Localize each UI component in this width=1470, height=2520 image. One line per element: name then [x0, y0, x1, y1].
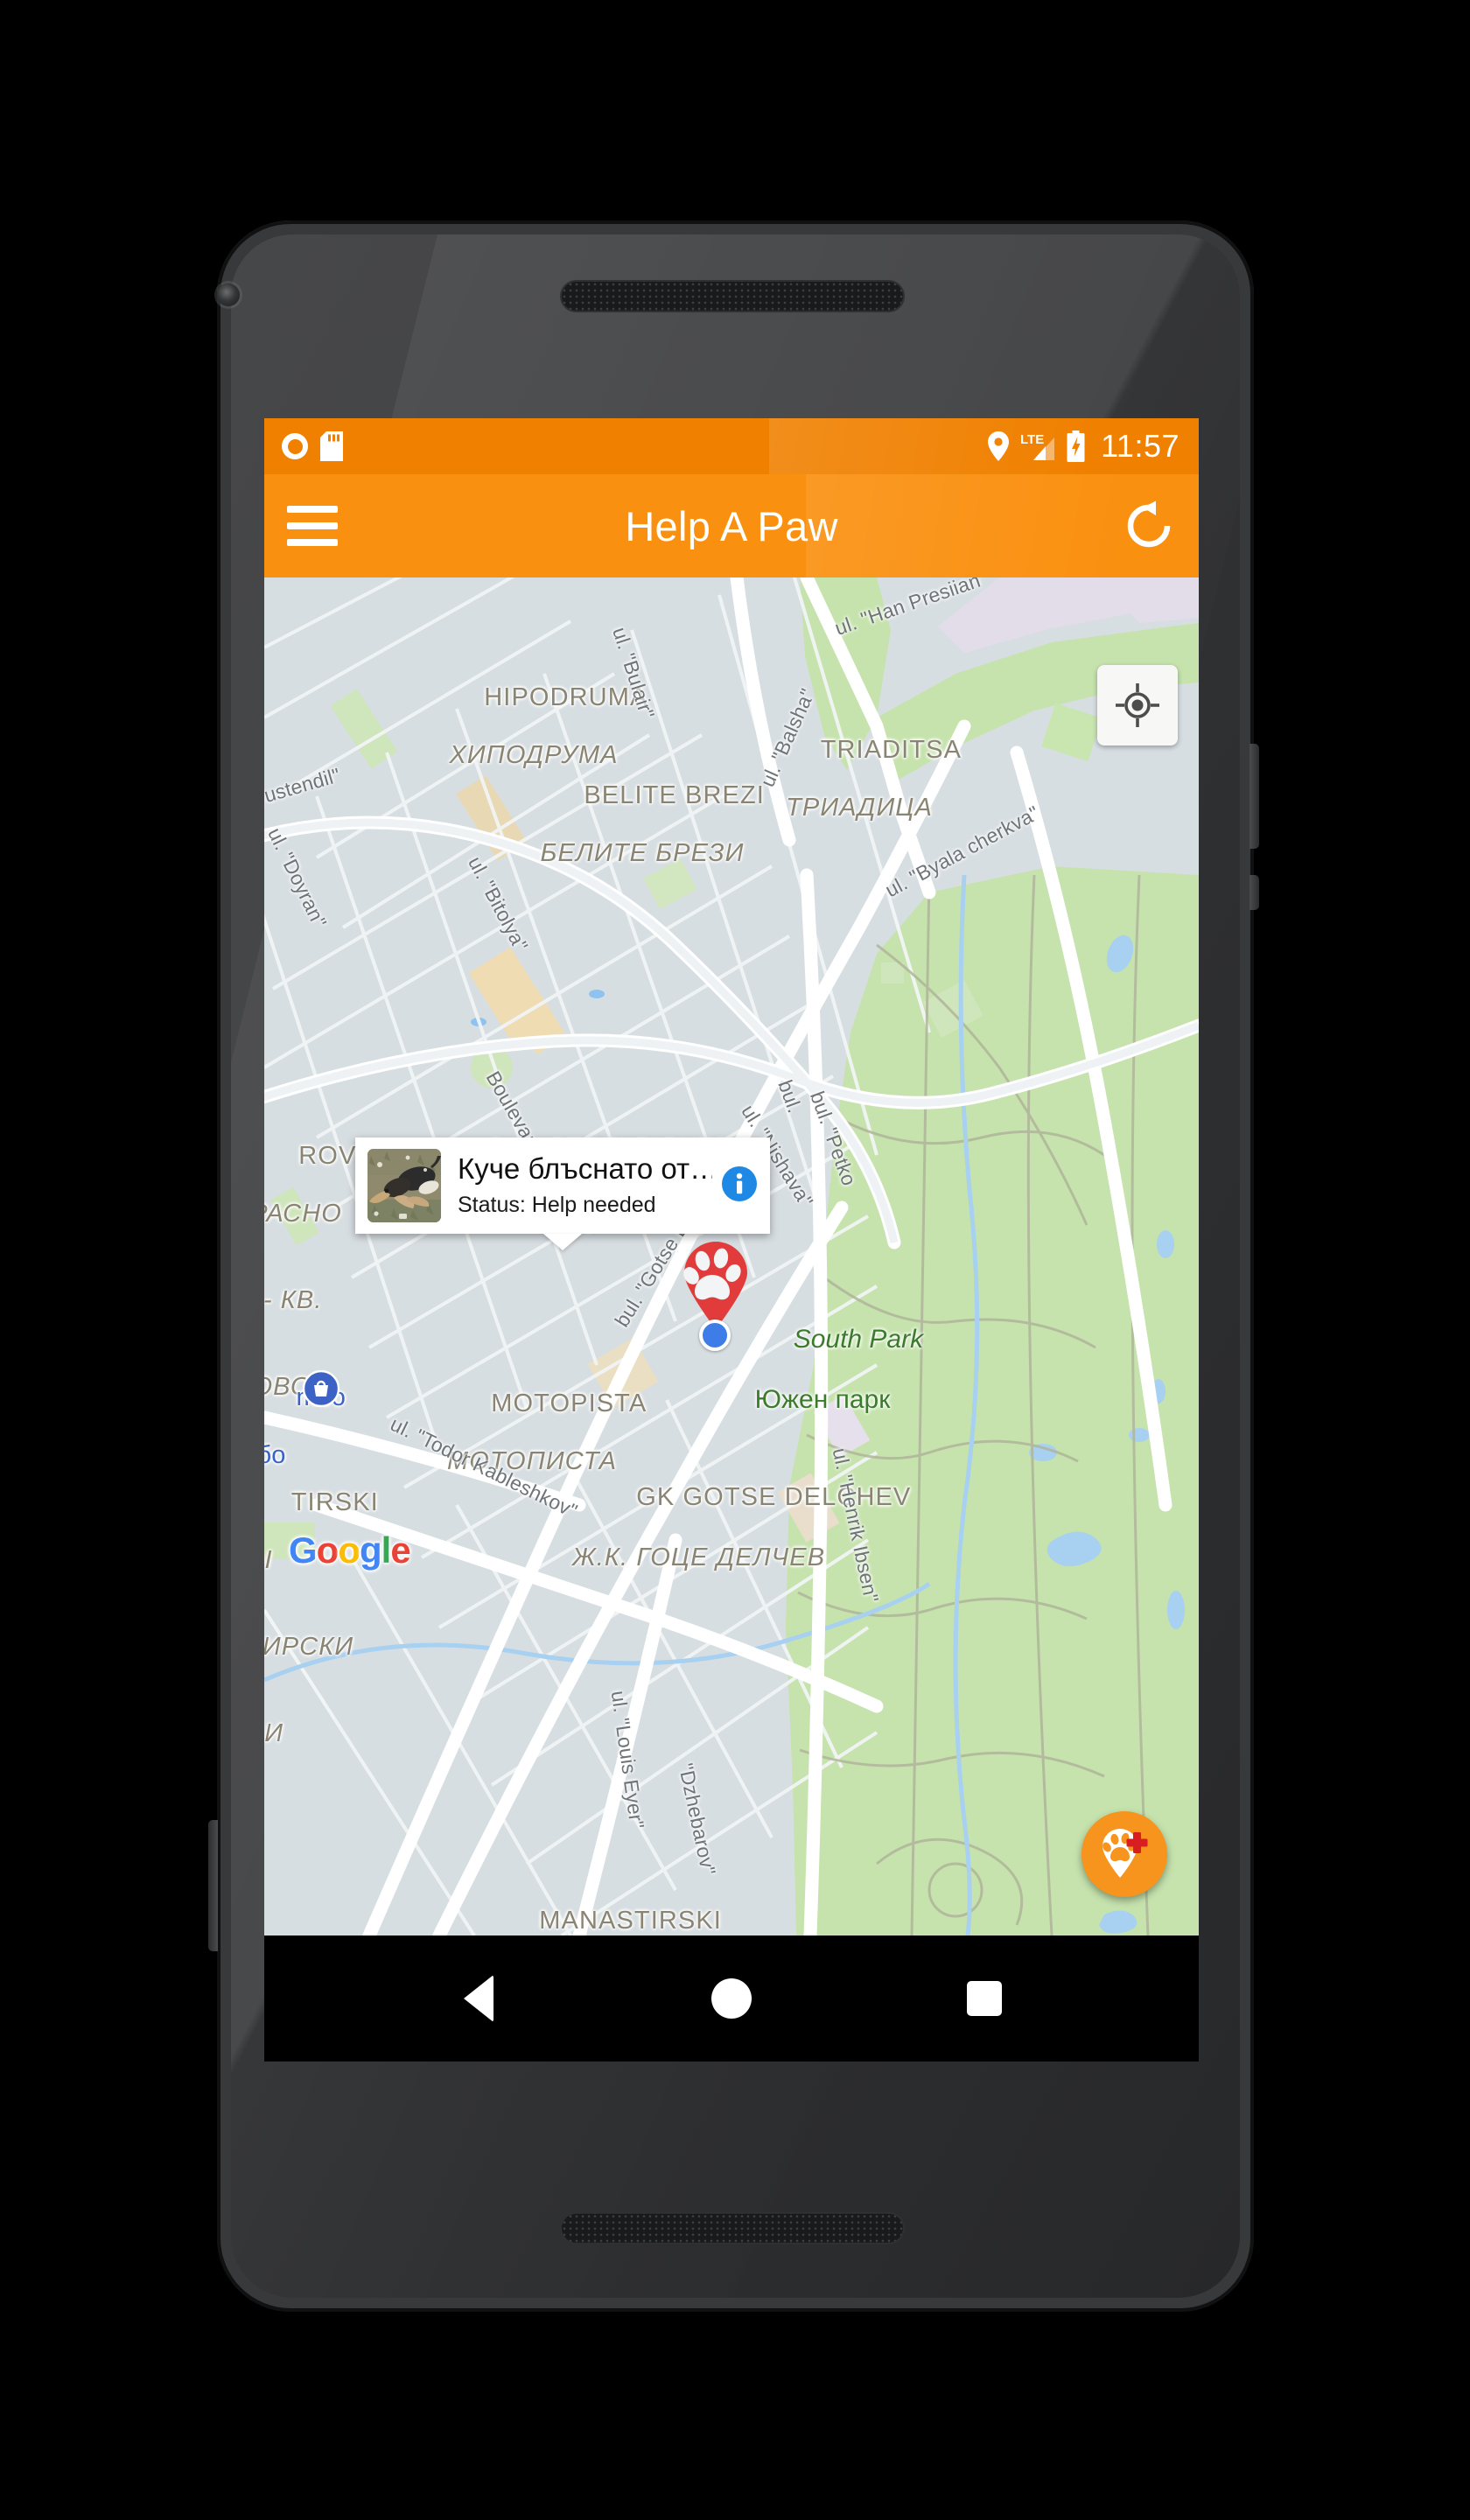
screenshot-root: LTE 11:57 Help A Paw HIPODRUMA ХИПОДРУМА…: [0, 0, 1470, 2520]
app-bar: Help A Paw: [264, 474, 1199, 578]
triangle-back-icon: [463, 1975, 494, 2022]
status-bar-left-icons: [282, 431, 343, 461]
front-camera-icon: [217, 284, 240, 306]
android-navigation-bar: [264, 1936, 1199, 2062]
sd-card-icon: [320, 431, 343, 461]
circle-home-icon: [710, 1978, 752, 2019]
power-button[interactable]: [1250, 744, 1259, 849]
info-icon[interactable]: [721, 1166, 758, 1207]
paw-pin-plus-icon: [1102, 1829, 1148, 1878]
nav-back-button[interactable]: [430, 1950, 527, 2047]
hamburger-menu-icon[interactable]: [287, 506, 338, 546]
location-icon: [988, 431, 1010, 461]
injured-dog-photo: [368, 1149, 441, 1222]
info-window-title: Куче блъснато от…: [458, 1152, 712, 1185]
paw-map-pin-marker[interactable]: [679, 1238, 752, 1329]
status-bar-right-icons: LTE 11:57: [987, 428, 1180, 465]
add-report-fab[interactable]: [1082, 1811, 1167, 1897]
refresh-icon[interactable]: [1122, 499, 1176, 553]
square-recents-icon: [967, 1981, 1003, 2016]
info-window-text: Куче блъснато от… Status: Help needed: [441, 1153, 712, 1219]
lte-signal-icon: LTE: [1020, 432, 1055, 460]
user-location-dot: [699, 1320, 731, 1351]
google-logo: Google: [289, 1530, 411, 1571]
page-title: Help A Paw: [625, 502, 838, 550]
shopping-bag-poi-icon[interactable]: [303, 1370, 340, 1407]
nav-home-button[interactable]: [683, 1950, 780, 2047]
nav-recents-button[interactable]: [936, 1950, 1032, 2047]
battery-charging-icon: [1067, 430, 1085, 462]
marker-info-window[interactable]: Куче блъснато от… Status: Help needed: [355, 1138, 770, 1234]
svg-text:LTE: LTE: [1020, 432, 1044, 447]
status-badge: Status: Help needed: [458, 1193, 656, 1218]
earpiece-speaker-grille: [562, 282, 903, 311]
my-location-crosshair-icon[interactable]: [1097, 665, 1178, 746]
bottom-speaker-grille: [562, 2214, 903, 2243]
status-bar: LTE 11:57: [264, 418, 1199, 474]
map-canvas[interactable]: HIPODRUMA ХИПОДРУМА BELITE BREZI БЕЛИТЕ …: [264, 578, 1199, 1936]
sim-tray: [208, 1820, 218, 1951]
phone-screen: LTE 11:57 Help A Paw HIPODRUMA ХИПОДРУМА…: [264, 418, 1199, 2062]
status-bar-clock: 11:57: [1101, 428, 1180, 464]
volume-button[interactable]: [1250, 875, 1259, 910]
screen-record-icon: [282, 433, 308, 459]
